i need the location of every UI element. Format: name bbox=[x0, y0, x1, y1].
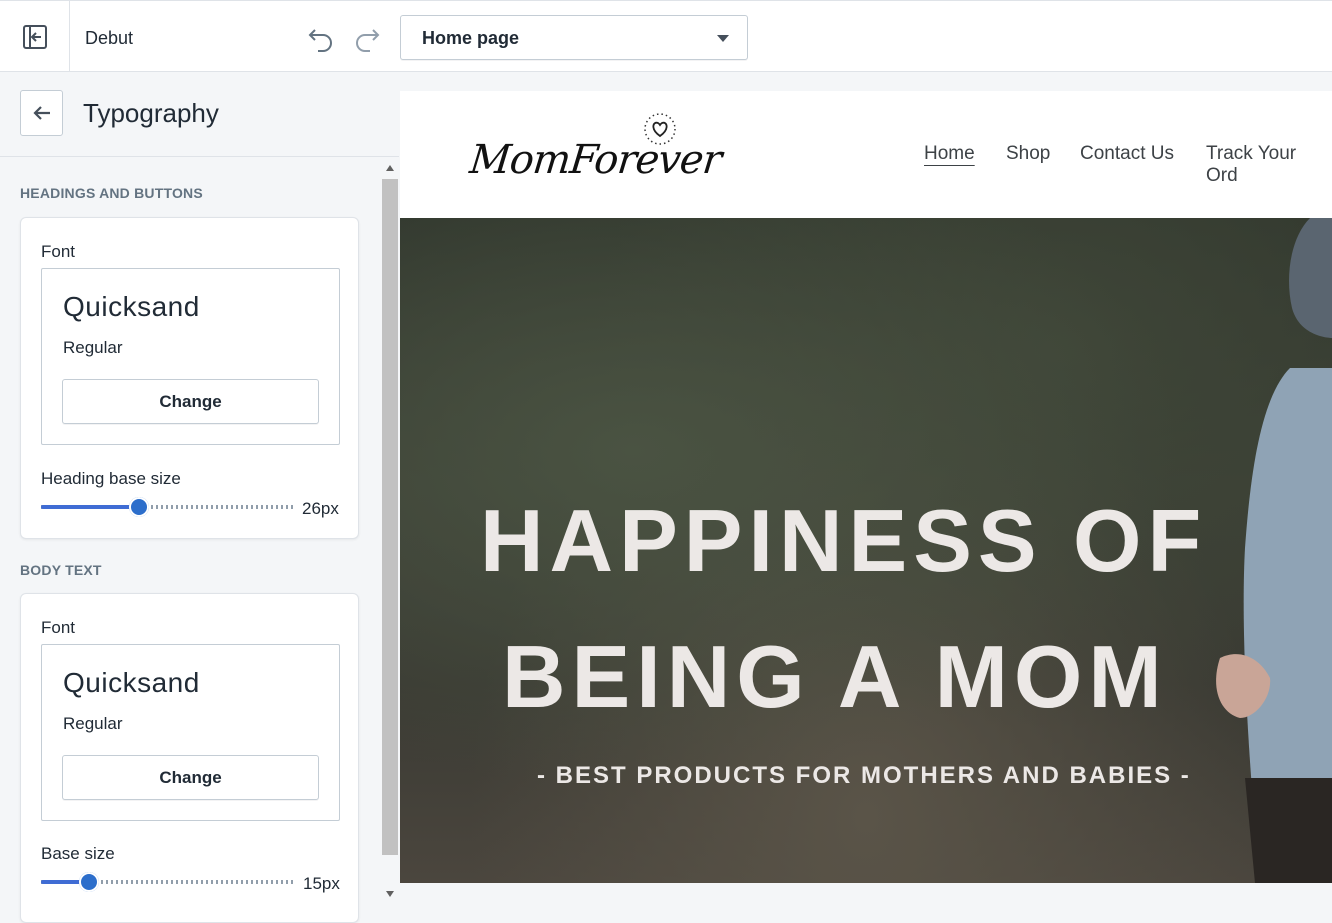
slider-thumb[interactable] bbox=[129, 497, 150, 517]
base-size-label: Base size bbox=[41, 844, 115, 863]
undo-button[interactable] bbox=[304, 21, 338, 55]
change-font-button[interactable]: Change bbox=[62, 755, 319, 800]
page-select-value: Home page bbox=[422, 28, 520, 48]
exit-button[interactable] bbox=[0, 1, 70, 72]
scrollbar-thumb[interactable] bbox=[382, 179, 398, 855]
slider-thumb[interactable] bbox=[78, 872, 99, 892]
nav-track-order[interactable]: Track Your Ord bbox=[1206, 143, 1332, 187]
page-select[interactable]: Home page bbox=[400, 15, 748, 60]
undo-icon bbox=[308, 29, 332, 52]
exit-icon bbox=[22, 24, 47, 49]
logo-text: MomForever bbox=[467, 137, 724, 183]
font-name: Quicksand bbox=[63, 667, 200, 698]
section-label-body: BODY TEXT bbox=[20, 562, 102, 578]
hero-banner: HAPPINESS OF BEING A MOM - BEST PRODUCTS… bbox=[400, 218, 1332, 883]
font-name: Quicksand bbox=[63, 291, 200, 322]
scroll-up-icon[interactable] bbox=[386, 165, 394, 171]
body-text-card: Font Quicksand Regular Change Base size … bbox=[20, 593, 359, 923]
base-size-value: 15px bbox=[303, 874, 340, 893]
preview-bottom-gutter bbox=[400, 883, 1332, 903]
hero-heading-line-1: HAPPINESS OF bbox=[480, 491, 1208, 590]
sidebar-scrollbar[interactable] bbox=[381, 157, 399, 903]
nav-contact-us[interactable]: Contact Us bbox=[1080, 143, 1174, 165]
nav-home[interactable]: Home bbox=[924, 143, 975, 165]
site-header: MomForever Home Shop Contact Us Track Yo… bbox=[400, 91, 1332, 218]
arrow-left-icon bbox=[32, 106, 50, 120]
scroll-down-icon[interactable] bbox=[386, 891, 394, 897]
sidebar: Typography HEADINGS AND BUTTONS Font Qui… bbox=[0, 72, 399, 923]
font-picker: Quicksand Regular Change bbox=[41, 268, 340, 445]
redo-button[interactable] bbox=[350, 21, 384, 55]
redo-icon bbox=[356, 29, 380, 52]
hero-subtitle: - BEST PRODUCTS FOR MOTHERS AND BABIES - bbox=[537, 762, 1191, 789]
section-label-headings: HEADINGS AND BUTTONS bbox=[20, 185, 203, 201]
hero-heading-line-2: BEING A MOM bbox=[502, 627, 1168, 726]
base-size-slider[interactable] bbox=[41, 872, 293, 892]
theme-name: Debut bbox=[85, 28, 134, 48]
heading-size-slider[interactable] bbox=[41, 497, 293, 517]
storefront-preview: MomForever Home Shop Contact Us Track Yo… bbox=[400, 91, 1332, 883]
font-style: Regular bbox=[63, 714, 123, 733]
font-label: Font bbox=[41, 618, 76, 637]
page-title: Typography bbox=[83, 98, 219, 128]
slider-fill bbox=[41, 505, 140, 509]
heading-size-value: 26px bbox=[302, 499, 339, 518]
change-font-button[interactable]: Change bbox=[62, 379, 319, 424]
heading-size-label: Heading base size bbox=[41, 469, 181, 488]
top-bar: Debut Home page bbox=[0, 0, 1332, 72]
site-logo[interactable]: MomForever bbox=[467, 111, 730, 201]
font-picker: Quicksand Regular Change bbox=[41, 644, 340, 821]
headings-card: Font Quicksand Regular Change Heading ba… bbox=[20, 217, 359, 539]
chevron-down-icon bbox=[717, 35, 729, 42]
sidebar-header: Typography bbox=[0, 72, 399, 157]
nav-shop[interactable]: Shop bbox=[1006, 143, 1050, 165]
back-button[interactable] bbox=[20, 90, 63, 136]
font-style: Regular bbox=[63, 338, 123, 357]
font-label: Font bbox=[41, 242, 76, 261]
